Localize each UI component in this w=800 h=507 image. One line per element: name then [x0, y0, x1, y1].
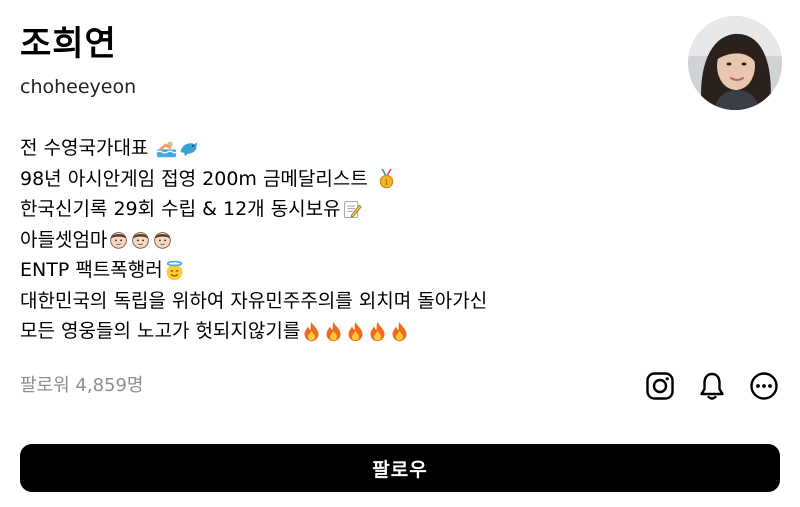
bio-text: 한국신기록 29회 수립 & 12개 동시보유: [20, 198, 341, 220]
boy-face-emoji: [130, 229, 151, 250]
fire-emoji: [301, 321, 322, 342]
bio-text: 98년 아시안게임 접영 200m 금메달리스트: [20, 167, 368, 190]
follow-button[interactable]: 팔로우: [20, 444, 780, 492]
fire-emoji: [367, 321, 388, 342]
profile-username: choheeyeon: [20, 76, 137, 98]
bell-icon[interactable]: [695, 369, 729, 403]
boy-face-emoji: [152, 229, 173, 250]
avatar-image: [688, 16, 782, 110]
gold-medal-emoji: 1: [376, 168, 397, 189]
instagram-icon[interactable]: [643, 369, 677, 403]
bio: 전 수영국가대표 98년 아시안게임 접영 200m 금메달리스트 1 한국신기…: [20, 133, 660, 347]
bio-text: 대한민국의 독립을 위하여 자유민주주의를 외치며 돌아가신: [20, 289, 488, 312]
bio-line-3: 한국신기록 29회 수립 & 12개 동시보유: [20, 194, 660, 225]
fire-emoji: [389, 321, 410, 342]
follower-count[interactable]: 팔로워 4,859명: [20, 372, 144, 400]
fire-emoji: [323, 321, 344, 342]
profile-name: 조희연: [20, 24, 117, 64]
bio-text: ENTP 팩트폭행러: [20, 259, 163, 281]
avatar[interactable]: [688, 16, 782, 110]
bio-line-7: 모든 영웅들의 노고가 헛되지않기를: [20, 316, 660, 347]
swimmer-emoji: [156, 138, 178, 159]
bio-line-4: 아들셋엄마: [20, 225, 660, 256]
svg-text:1: 1: [384, 179, 388, 187]
bio-text: 아들셋엄마: [20, 228, 108, 251]
dolphin-emoji: [178, 138, 199, 159]
bio-text: 모든 영웅들의 노고가 헛되지않기를: [20, 320, 301, 342]
bio-line-2: 98년 아시안게임 접영 200m 금메달리스트 1: [20, 164, 660, 195]
more-options-icon[interactable]: [747, 369, 781, 403]
bio-line-6: 대한민국의 독립을 위하여 자유민주주의를 외치며 돌아가신: [20, 286, 660, 317]
bio-line-1: 전 수영국가대표: [20, 133, 660, 164]
fire-emoji: [345, 321, 366, 342]
memo-emoji: [342, 199, 363, 220]
halo-smile-emoji: [164, 260, 185, 281]
boy-face-emoji: [108, 229, 129, 250]
bio-line-5: ENTP 팩트폭행러: [20, 255, 660, 286]
bio-text: 전 수영국가대표: [20, 137, 149, 159]
